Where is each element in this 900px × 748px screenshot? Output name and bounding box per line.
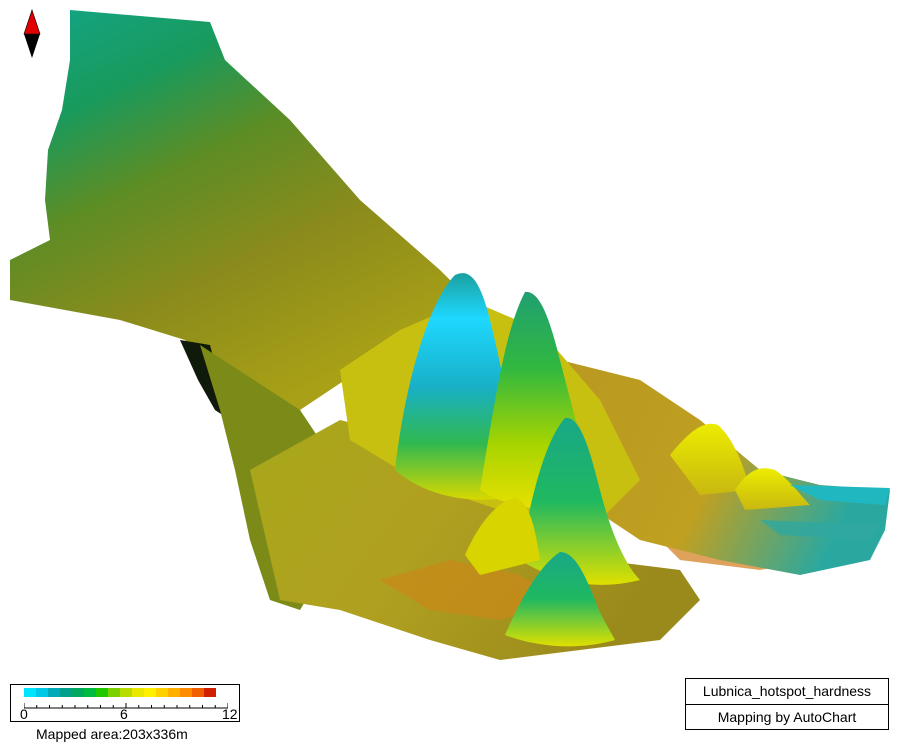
legend-swatch [48,688,60,697]
legend-swatch [108,688,120,697]
terrain-3d-surface[interactable] [0,0,900,748]
legend-swatch [84,688,96,697]
legend-swatch [24,688,36,697]
legend-swatch [156,688,168,697]
legend-swatch [60,688,72,697]
legend-swatch [168,688,180,697]
mapped-area-label: Mapped area:203x336m [36,726,188,742]
legend-swatch [132,688,144,697]
legend-swatch [192,688,204,697]
map-title: Lubnica_hotspot_hardness [686,679,888,705]
north-arrow-icon [23,9,41,58]
legend-swatches [24,688,216,697]
legend-swatch [36,688,48,697]
legend-tick-min: 0 [20,706,28,722]
legend-tick-max: 12 [222,706,238,722]
color-legend: 0 6 12 [10,684,240,724]
legend-swatch [120,688,132,697]
legend-swatch [204,688,216,697]
map-info-box: Lubnica_hotspot_hardness Mapping by Auto… [685,678,889,730]
legend-tick-mid: 6 [120,706,128,722]
legend-swatch [180,688,192,697]
legend-swatch [96,688,108,697]
legend-swatch [72,688,84,697]
map-credit: Mapping by AutoChart [717,709,857,725]
legend-swatch [144,688,156,697]
